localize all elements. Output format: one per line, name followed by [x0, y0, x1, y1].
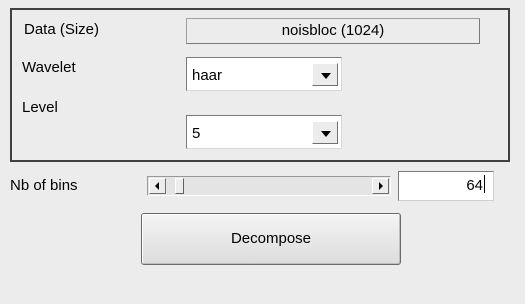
wavelet-select[interactable]: haar	[186, 57, 342, 91]
arrow-right-icon	[379, 182, 383, 190]
data-size-label: Data (Size)	[24, 21, 100, 38]
text-caret	[484, 175, 485, 193]
chevron-down-icon	[321, 73, 331, 79]
wavelet-dropdown-button[interactable]	[312, 63, 338, 86]
slider-thumb[interactable]	[174, 178, 184, 194]
arrow-left-icon	[155, 182, 159, 190]
level-label: Level	[22, 99, 58, 116]
slider-left-button[interactable]	[149, 178, 166, 194]
nb-bins-slider[interactable]	[147, 176, 391, 196]
level-dropdown-button[interactable]	[312, 121, 338, 144]
chevron-down-icon	[321, 131, 331, 137]
level-select-value: 5	[192, 125, 201, 142]
wavelet-label: Wavelet	[22, 59, 76, 76]
data-size-value: noisbloc (1024)	[186, 18, 480, 44]
nb-bins-value: 64	[466, 177, 483, 194]
decompose-button[interactable]: Decompose	[141, 213, 401, 265]
parameters-panel: Data (Size) noisbloc (1024) Wavelet haar…	[10, 8, 510, 162]
level-select[interactable]: 5	[186, 115, 342, 149]
nb-bins-label: Nb of bins	[10, 177, 78, 194]
wavelet-select-value: haar	[192, 67, 223, 84]
nb-bins-input[interactable]: 64	[398, 171, 494, 201]
slider-right-button[interactable]	[372, 178, 389, 194]
